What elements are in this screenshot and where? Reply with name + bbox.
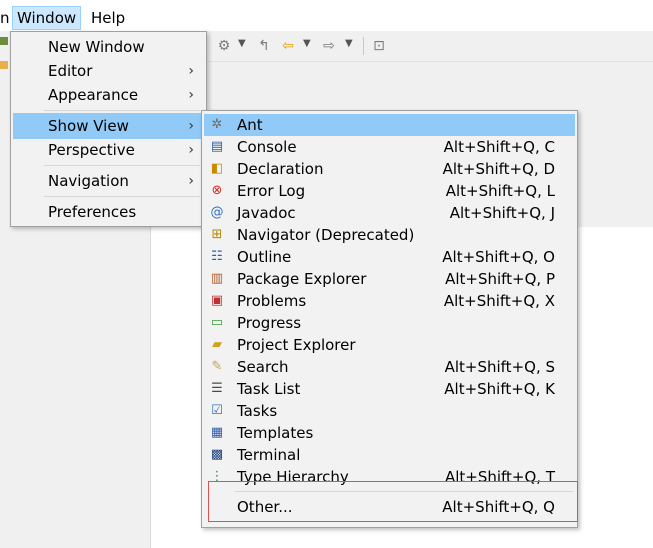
pin-editor-icon[interactable]: ⊡ — [370, 37, 388, 55]
view-item-tasks[interactable]: ☑ Tasks — [204, 400, 575, 422]
menu-item-label: New Window — [48, 38, 145, 56]
menu-item-label: Show View — [48, 117, 129, 135]
view-item-shortcut: Alt+Shift+Q, K — [444, 380, 555, 398]
view-item-task-list[interactable]: ☰ Task List Alt+Shift+Q, K — [204, 378, 575, 400]
toolbar-separator — [363, 37, 364, 55]
left-toolbar-strip — [0, 31, 10, 71]
ant-icon: ✲ — [211, 117, 223, 132]
submenu-arrow-icon: › — [188, 173, 194, 189]
view-item-search[interactable]: ✎ Search Alt+Shift+Q, S — [204, 356, 575, 378]
view-item-label: Error Log — [237, 182, 306, 200]
menu-item-new-window[interactable]: New Window — [13, 34, 204, 60]
view-item-label: Javadoc — [237, 204, 296, 222]
view-item-label: Ant — [237, 116, 263, 134]
main-toolbar: ⚙ ▼ ↰ ⇦ ▼ ⇨ ▼ ⊡ — [205, 31, 653, 62]
view-item-shortcut: Alt+Shift+Q, L — [445, 182, 555, 200]
menu-item-appearance[interactable]: Appearance › — [13, 82, 204, 108]
menu-item-label: Navigation — [48, 172, 129, 190]
project-explorer-icon: ▰ — [212, 337, 222, 352]
view-item-label: Search — [237, 358, 289, 376]
view-item-javadoc[interactable]: @ Javadoc Alt+Shift+Q, J — [204, 202, 575, 224]
forward-arrow-icon[interactable]: ⇨ — [320, 37, 338, 55]
menubar-item-window[interactable]: Window — [12, 6, 82, 30]
menu-item-label: Appearance — [48, 86, 139, 104]
menu-item-editor[interactable]: Editor › — [13, 58, 204, 84]
menu-item-perspective[interactable]: Perspective › — [13, 137, 204, 163]
menu-item-label: Perspective — [48, 141, 135, 159]
view-item-navigator[interactable]: ⊞ Navigator (Deprecated) — [204, 224, 575, 246]
view-item-templates[interactable]: ▦ Templates — [204, 422, 575, 444]
view-item-shortcut: Alt+Shift+Q, C — [443, 138, 555, 156]
menubar-item-help[interactable]: Help — [87, 7, 129, 29]
menu-separator — [44, 196, 200, 197]
view-item-label: Package Explorer — [237, 270, 367, 288]
templates-icon: ▦ — [210, 425, 224, 440]
menu-separator — [44, 165, 200, 166]
view-item-ant[interactable]: ✲ Ant — [204, 114, 575, 136]
view-item-project-explorer[interactable]: ▰ Project Explorer — [204, 334, 575, 356]
toolbar-icon-fragment — [0, 61, 8, 69]
outline-icon: ☷ — [211, 249, 223, 264]
menu-item-show-view[interactable]: Show View › — [13, 113, 204, 139]
tasks-icon: ☑ — [211, 403, 223, 418]
view-item-progress[interactable]: ▭ Progress — [204, 312, 575, 334]
progress-icon: ▭ — [210, 315, 224, 330]
view-item-problems[interactable]: ▣ Problems Alt+Shift+Q, X — [204, 290, 575, 312]
show-view-submenu: ✲ Ant ▤ Console Alt+Shift+Q, C ◧ Declara… — [201, 110, 578, 528]
view-item-label: Problems — [237, 292, 307, 310]
view-item-shortcut: Alt+Shift+Q, S — [444, 358, 555, 376]
back-history-icon[interactable]: ↰ — [255, 37, 273, 55]
view-item-label: Task List — [237, 380, 301, 398]
view-item-console[interactable]: ▤ Console Alt+Shift+Q, C — [204, 136, 575, 158]
submenu-arrow-icon: › — [188, 118, 194, 134]
back-arrow-icon[interactable]: ⇦ — [279, 37, 297, 55]
view-item-shortcut: Alt+Shift+Q, D — [442, 160, 555, 178]
view-item-shortcut: Alt+Shift+Q, P — [445, 270, 555, 288]
view-item-shortcut: Alt+Shift+Q, O — [442, 248, 555, 266]
view-item-label: Terminal — [237, 446, 301, 464]
annotation-highlight-box — [208, 481, 578, 522]
view-item-error-log[interactable]: ⊗ Error Log Alt+Shift+Q, L — [204, 180, 575, 202]
menu-separator — [44, 110, 200, 111]
navigator-icon: ⊞ — [211, 227, 223, 242]
submenu-arrow-icon: › — [188, 63, 194, 79]
view-item-label: Project Explorer — [237, 336, 356, 354]
submenu-arrow-icon: › — [188, 142, 194, 158]
view-item-package-explorer[interactable]: ▥ Package Explorer Alt+Shift+Q, P — [204, 268, 575, 290]
toolbar-gear-icon[interactable]: ⚙ — [215, 37, 233, 55]
menu-item-label: Preferences — [48, 203, 137, 221]
submenu-arrow-icon: › — [188, 87, 194, 103]
back-dropdown-icon[interactable]: ▼ — [303, 38, 311, 49]
view-item-declaration[interactable]: ◧ Declaration Alt+Shift+Q, D — [204, 158, 575, 180]
search-icon: ✎ — [211, 359, 223, 374]
menu-bar: n Window Help — [0, 0, 653, 31]
package-explorer-icon: ▥ — [210, 271, 224, 286]
forward-dropdown-icon[interactable]: ▼ — [345, 38, 353, 49]
problems-icon: ▣ — [210, 293, 224, 308]
javadoc-icon: @ — [210, 205, 224, 220]
view-item-shortcut: Alt+Shift+Q, J — [449, 204, 555, 222]
view-item-terminal[interactable]: ▩ Terminal — [204, 444, 575, 466]
terminal-icon: ▩ — [210, 447, 224, 462]
menu-item-preferences[interactable]: Preferences — [13, 199, 204, 225]
view-item-label: Progress — [237, 314, 302, 332]
task-list-icon: ☰ — [211, 381, 223, 396]
view-item-label: Declaration — [237, 160, 324, 178]
view-item-shortcut: Alt+Shift+Q, X — [443, 292, 555, 310]
view-item-outline[interactable]: ☷ Outline Alt+Shift+Q, O — [204, 246, 575, 268]
declaration-icon: ◧ — [210, 161, 224, 176]
menu-item-label: Editor — [48, 62, 93, 80]
console-icon: ▤ — [210, 139, 224, 154]
view-item-label: Console — [237, 138, 297, 156]
view-item-label: Tasks — [237, 402, 278, 420]
window-menu: New Window Editor › Appearance › Show Vi… — [10, 31, 207, 227]
menu-item-navigation[interactable]: Navigation › — [13, 168, 204, 194]
toolbar-icon-fragment — [0, 37, 8, 45]
dropdown-arrow-icon[interactable]: ▼ — [238, 38, 246, 49]
view-item-label: Outline — [237, 248, 292, 266]
error-log-icon: ⊗ — [211, 183, 223, 198]
view-item-label: Navigator (Deprecated) — [237, 226, 415, 244]
view-item-label: Templates — [237, 424, 314, 442]
